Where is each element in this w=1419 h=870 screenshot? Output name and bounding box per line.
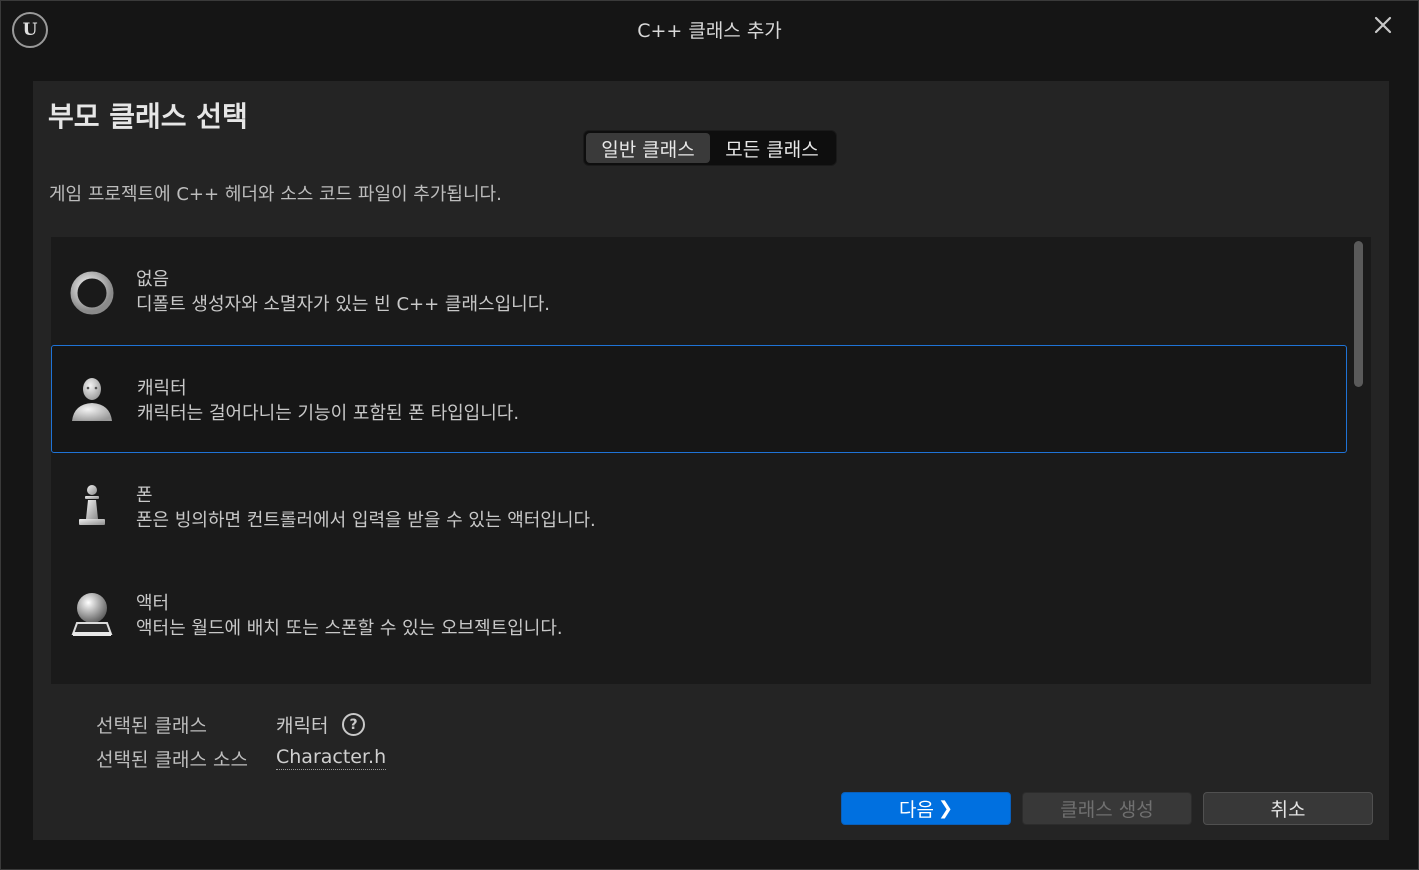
help-icon[interactable]: ? [342, 713, 365, 736]
list-item-none[interactable]: 없음 디폴트 생성자와 소멸자가 있는 빈 C++ 클래스입니다. [51, 237, 1347, 345]
list-item-description: 캐릭터는 걸어다니는 기능이 포함된 폰 타입입니다. [137, 403, 520, 424]
class-filter-tabs: 일반 클래스 모든 클래스 [583, 130, 837, 166]
cancel-button[interactable]: 취소 [1203, 792, 1373, 825]
actor-icon [71, 593, 113, 636]
list-scrollbar[interactable] [1351, 239, 1365, 682]
selected-class-source-label: 선택된 클래스 소스 [96, 749, 248, 771]
window-title: C++ 클래스 추가 [637, 20, 782, 42]
list-item-title: 없음 [136, 269, 170, 290]
list-item-actor[interactable]: 액터 액터는 월드에 배치 또는 스폰할 수 있는 오브젝트입니다. [51, 561, 1347, 669]
list-item-description: 액터는 월드에 배치 또는 스폰할 수 있는 오브젝트입니다. [136, 618, 563, 639]
next-button[interactable]: 다음 ❯ [841, 792, 1011, 825]
title-bar: U C++ 클래스 추가 [1, 1, 1418, 57]
list-item-description: 디폴트 생성자와 소멸자가 있는 빈 C++ 클래스입니다. [136, 294, 550, 315]
main-panel: 부모 클래스 선택 일반 클래스 모든 클래스 게임 프로젝트에 C++ 헤더와… [33, 81, 1389, 840]
ring-icon [70, 271, 114, 315]
character-icon [72, 378, 112, 421]
tab-common-classes[interactable]: 일반 클래스 [586, 133, 710, 163]
selected-class-value: 캐릭터 [276, 715, 329, 737]
class-list: 없음 디폴트 생성자와 소멸자가 있는 빈 C++ 클래스입니다. 캐릭터 캐릭… [51, 237, 1371, 684]
list-item-description: 폰은 빙의하면 컨트롤러에서 입력을 받을 수 있는 액터입니다. [136, 510, 596, 531]
pawn-icon [79, 485, 105, 525]
add-cpp-class-dialog: U C++ 클래스 추가 부모 클래스 선택 일반 클래스 모든 클래스 게임 … [0, 0, 1419, 870]
list-item-title: 캐릭터 [137, 378, 187, 399]
next-button-label: 다음 [898, 799, 934, 821]
list-item-pawn[interactable]: 폰 폰은 빙의하면 컨트롤러에서 입력을 받을 수 있는 액터입니다. [51, 453, 1347, 561]
close-icon [1374, 16, 1392, 34]
chevron-right-icon: ❯ [937, 798, 954, 819]
tab-all-classes[interactable]: 모든 클래스 [710, 133, 834, 163]
scroll-thumb[interactable] [1354, 241, 1363, 387]
selected-class-label: 선택된 클래스 [96, 715, 207, 737]
dialog-description: 게임 프로젝트에 C++ 헤더와 소스 코드 파일이 추가됩니다. [49, 184, 502, 205]
close-button[interactable] [1366, 9, 1400, 41]
page-title: 부모 클래스 선택 [48, 100, 248, 133]
create-class-button: 클래스 생성 [1022, 792, 1192, 825]
list-item-character[interactable]: 캐릭터 캐릭터는 걸어다니는 기능이 포함된 폰 타입입니다. [51, 345, 1347, 453]
list-item-title: 액터 [136, 593, 170, 614]
source-file-link[interactable]: Character.h [276, 745, 387, 770]
list-item-title: 폰 [136, 485, 153, 506]
